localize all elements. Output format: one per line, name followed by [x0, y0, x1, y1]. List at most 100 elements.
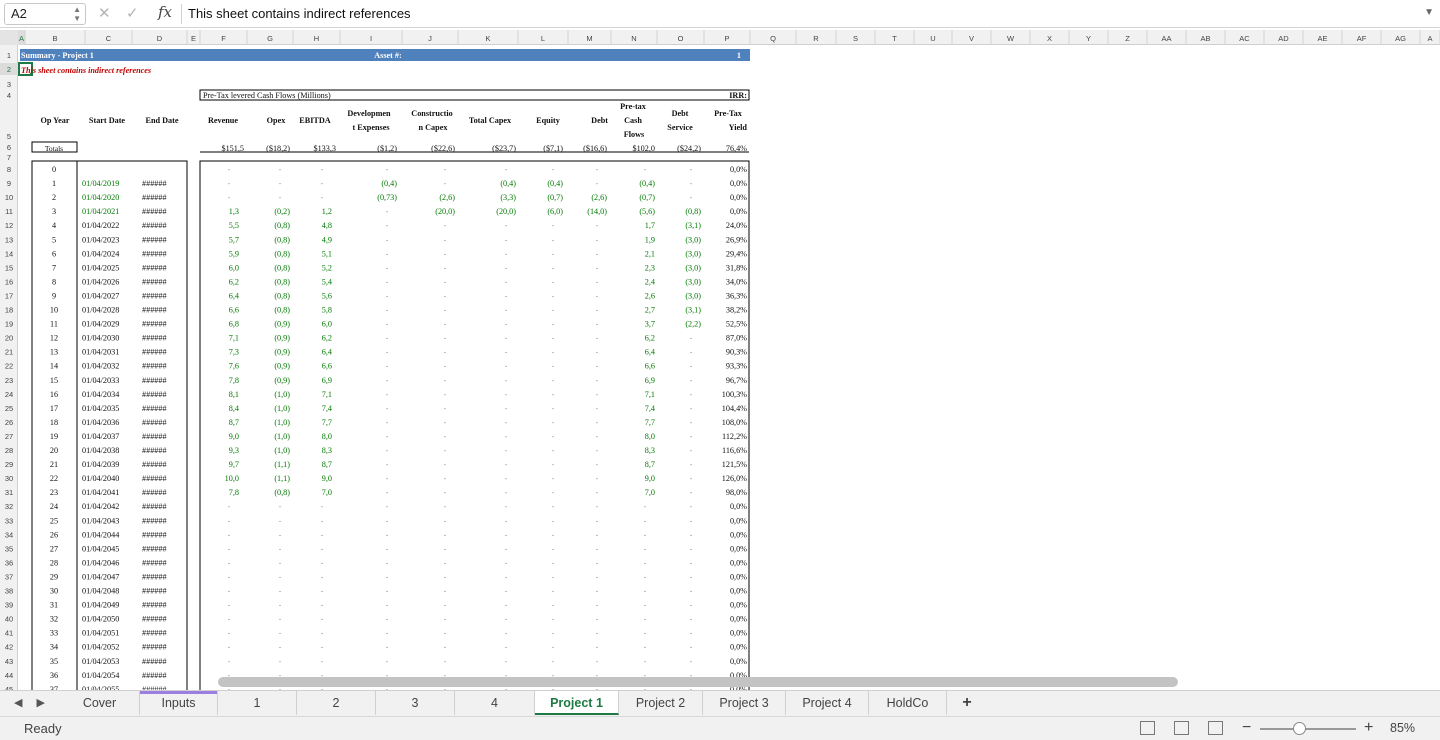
- cell-opex[interactable]: (0,9): [274, 376, 290, 385]
- cell-opex[interactable]: -: [279, 657, 282, 666]
- cell-cf[interactable]: -: [644, 643, 647, 652]
- cell-dev[interactable]: (0,4): [381, 179, 397, 188]
- cell-cf[interactable]: 2,6: [645, 291, 655, 300]
- op-year-cell[interactable]: 18: [50, 418, 58, 427]
- cell-capex[interactable]: -: [505, 320, 508, 329]
- cell-dev[interactable]: -: [386, 558, 389, 567]
- cell-yield[interactable]: 0,0%: [730, 544, 747, 553]
- cell-ds[interactable]: -: [690, 418, 693, 427]
- cell-ds[interactable]: -: [690, 474, 693, 483]
- cell-opex[interactable]: -: [279, 193, 282, 202]
- cell-yield[interactable]: 104,4%: [722, 404, 747, 413]
- cell-cf[interactable]: (0,7): [639, 193, 655, 202]
- op-year-cell[interactable]: 2: [52, 193, 56, 202]
- column-header-aa[interactable]: AA: [1161, 34, 1171, 43]
- cell-yield[interactable]: 0,0%: [730, 516, 747, 525]
- column-header-a[interactable]: A: [19, 34, 24, 43]
- row-header-1[interactable]: 1: [7, 51, 11, 60]
- cell-ds[interactable]: -: [690, 601, 693, 610]
- cell-ds[interactable]: -: [690, 544, 693, 553]
- cell-cf[interactable]: -: [644, 530, 647, 539]
- row-header-20[interactable]: 20: [5, 334, 13, 343]
- cell-rev[interactable]: 6,6: [229, 306, 239, 315]
- row-header-4[interactable]: 4: [7, 91, 11, 100]
- header-debt-service-2[interactable]: Service: [667, 123, 693, 132]
- cell-ds[interactable]: -: [690, 502, 693, 511]
- cell-eq[interactable]: -: [552, 474, 555, 483]
- start-date-cell[interactable]: 01/04/2040: [82, 474, 119, 483]
- column-header-af[interactable]: AF: [1357, 34, 1367, 43]
- cell-dev[interactable]: -: [386, 249, 389, 258]
- cell-ds[interactable]: -: [690, 460, 693, 469]
- cell-yield[interactable]: 96,7%: [726, 376, 747, 385]
- cell-dev[interactable]: -: [386, 235, 389, 244]
- cell-yield[interactable]: 0,0%: [730, 558, 747, 567]
- op-year-cell[interactable]: 27: [50, 544, 58, 553]
- cell-ebitda[interactable]: -: [321, 502, 324, 511]
- tab-project-2[interactable]: Project 2: [619, 691, 703, 715]
- cell-dev[interactable]: -: [386, 446, 389, 455]
- cell-ds[interactable]: (3,0): [685, 249, 701, 258]
- cell-cf[interactable]: 2,1: [645, 249, 655, 258]
- cell-eq[interactable]: (0,7): [547, 193, 563, 202]
- column-header-o[interactable]: O: [678, 34, 684, 43]
- cell-yield[interactable]: 52,5%: [726, 320, 747, 329]
- cell-cf[interactable]: 1,7: [645, 221, 655, 230]
- cell-debt[interactable]: -: [596, 502, 599, 511]
- op-year-cell[interactable]: 30: [50, 587, 58, 596]
- cell-eq[interactable]: -: [552, 558, 555, 567]
- row-header-27[interactable]: 27: [5, 432, 13, 441]
- op-year-cell[interactable]: 32: [50, 615, 58, 624]
- cell-ebitda[interactable]: -: [321, 165, 324, 174]
- cell-ds[interactable]: -: [690, 488, 693, 497]
- end-date-cell[interactable]: ######: [142, 207, 167, 216]
- page-layout-icon[interactable]: [1174, 721, 1189, 735]
- header-dev-expenses-1[interactable]: Developmen: [347, 109, 391, 118]
- row-header-24[interactable]: 24: [5, 390, 13, 399]
- op-year-cell[interactable]: 1: [52, 179, 56, 188]
- column-header-e[interactable]: E: [191, 34, 196, 43]
- cell-rev[interactable]: -: [228, 587, 231, 596]
- cell-dev[interactable]: -: [386, 348, 389, 357]
- row-header-34[interactable]: 34: [5, 530, 13, 539]
- cell-capex[interactable]: -: [505, 306, 508, 315]
- cell-constr[interactable]: -: [444, 615, 447, 624]
- op-year-cell[interactable]: 29: [50, 572, 58, 581]
- cell-ds[interactable]: -: [690, 643, 693, 652]
- cell-eq[interactable]: -: [552, 277, 555, 286]
- row-header-18[interactable]: 18: [5, 306, 13, 315]
- header-constr-capex-1[interactable]: Constructio: [411, 109, 452, 118]
- cell-debt[interactable]: -: [596, 460, 599, 469]
- start-date-cell[interactable]: 01/04/2042: [82, 502, 119, 511]
- cell-opex[interactable]: (0,8): [274, 249, 290, 258]
- start-date-cell[interactable]: 01/04/2023: [82, 235, 119, 244]
- op-year-cell[interactable]: 4: [52, 221, 56, 230]
- sheet-cells-svg[interactable]: Summary - Project 1 Asset #: 1 This sheet c…: [18, 45, 1440, 690]
- cell-eq[interactable]: -: [552, 657, 555, 666]
- cell-capex[interactable]: -: [505, 615, 508, 624]
- cell-ds[interactable]: -: [690, 657, 693, 666]
- op-year-cell[interactable]: 19: [50, 432, 58, 441]
- cell-eq[interactable]: -: [552, 587, 555, 596]
- end-date-cell[interactable]: ######: [142, 530, 167, 539]
- op-year-cell[interactable]: 34: [50, 643, 58, 652]
- cell-debt[interactable]: -: [596, 516, 599, 525]
- column-header-t[interactable]: T: [892, 34, 897, 43]
- start-date-cell[interactable]: 01/04/2029: [82, 320, 119, 329]
- end-date-cell[interactable]: ######: [142, 601, 167, 610]
- cell-rev[interactable]: -: [228, 643, 231, 652]
- cell-rev[interactable]: 7,1: [229, 334, 239, 343]
- indirect-references-note[interactable]: This sheet contains indirect references: [21, 66, 151, 75]
- cell-opex[interactable]: -: [279, 629, 282, 638]
- cell-dev[interactable]: -: [386, 277, 389, 286]
- cell-dev[interactable]: -: [386, 165, 389, 174]
- cell-yield[interactable]: 31,8%: [726, 263, 747, 272]
- cell-debt[interactable]: -: [596, 320, 599, 329]
- cell-ds[interactable]: -: [690, 629, 693, 638]
- end-date-cell[interactable]: ######: [142, 320, 167, 329]
- op-year-cell[interactable]: 25: [50, 516, 58, 525]
- start-date-cell[interactable]: 01/04/2043: [82, 516, 119, 525]
- header-pretax-yield-1[interactable]: Pre-Tax: [714, 109, 743, 118]
- cell-constr[interactable]: -: [444, 362, 447, 371]
- cell-dev[interactable]: -: [386, 306, 389, 315]
